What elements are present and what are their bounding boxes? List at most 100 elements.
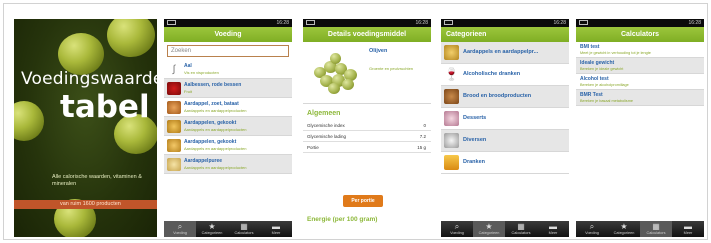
list-item-category: Aardappels en aardappelproducten	[184, 146, 247, 151]
star-icon: ★	[208, 222, 216, 231]
category-item[interactable]: Diversen	[441, 130, 569, 152]
eel-icon: ∫	[167, 63, 181, 76]
page-title: Voeding	[164, 27, 292, 42]
calculator-item[interactable]: Ideale gewicht Bereken je ideale gewicht	[576, 58, 704, 74]
drink-icon	[444, 155, 459, 170]
nutrient-value: 0	[423, 123, 426, 128]
product-name: Olijven	[369, 48, 388, 54]
nutrient-row: Glycemische index 0	[303, 120, 431, 131]
tab-calculators[interactable]: ▦ Calculators	[228, 221, 260, 237]
cover-subtitle: Alle calorische waarden, vitaminen & min…	[52, 174, 142, 187]
per-portion-button[interactable]: Per portie	[343, 195, 383, 207]
status-time: 16:28	[415, 20, 428, 26]
list-item[interactable]: Aardappelpuree Aardappels en aardappelpr…	[164, 155, 292, 174]
notification-icon	[579, 20, 588, 25]
calculator-icon: ▦	[517, 222, 525, 231]
tab-label: Voeding	[173, 231, 187, 235]
category-item[interactable]: 🍷 Alcoholische dranken	[441, 64, 569, 86]
category-title: Aardappels en aardappelpr...	[463, 49, 539, 55]
phone-categorieen: 16:28 Categorieen Aardappels en aardappe…	[441, 19, 569, 237]
tab-label: Calculators	[646, 231, 666, 235]
product-header: Olijven Groente en peulvruchten	[303, 42, 431, 104]
category-item[interactable]: Desserts	[441, 108, 569, 130]
list-item-category: Aardappels en aardappelproducten	[184, 127, 247, 132]
category-item[interactable]: Brood en broodproducten	[441, 86, 569, 108]
tab-label: Categorieen	[613, 231, 635, 235]
list-item[interactable]: Aardappelen, gekookt Aardappels en aarda…	[164, 136, 292, 155]
folder-icon: ▬	[549, 222, 557, 231]
nutrient-label: Glycemische index	[307, 123, 345, 128]
category-item[interactable]: Aardappels en aardappelpr...	[441, 42, 569, 64]
tab-label: Categorieen	[201, 231, 223, 235]
bowl-icon	[444, 133, 459, 148]
tab-calculators[interactable]: ▦ Calculators	[640, 221, 672, 237]
calculator-item[interactable]: BMR Test Bereken je basaal metabolisme	[576, 90, 704, 106]
olive-image	[14, 101, 44, 141]
tab-meer[interactable]: ▬ Meer	[260, 221, 292, 237]
tab-meer[interactable]: ▬ Meer	[672, 221, 704, 237]
list-item-title: Aalbessen, rode bessen	[184, 82, 242, 88]
tab-label: Categorieen	[478, 231, 500, 235]
cover-title-large: tabel	[60, 89, 150, 125]
search-icon: ⌕	[589, 222, 595, 231]
potato-icon	[167, 120, 181, 133]
category-item[interactable]: Dranken	[441, 152, 569, 174]
calculator-title: BMR Test	[580, 92, 603, 98]
cover-banner-text: van ruim 1600 producten	[60, 201, 121, 207]
berries-icon	[167, 82, 181, 95]
tab-categorieen[interactable]: ★ Categorieen	[608, 221, 640, 237]
star-icon: ★	[620, 222, 628, 231]
list-item[interactable]: ∫ Aal Vis en visproducten	[164, 60, 292, 79]
nutrient-label: Glycemische lading	[307, 134, 347, 139]
nutrient-row: Glycemische lading 7.2	[303, 131, 431, 142]
list-item[interactable]: Aalbessen, rode bessen Fruit	[164, 79, 292, 98]
tab-categorieen[interactable]: ★ Categorieen	[196, 221, 228, 237]
calculator-item[interactable]: BMI test Meet je gewicht in verhouding t…	[576, 42, 704, 58]
tab-calculators[interactable]: ▦ Calculators	[505, 221, 537, 237]
tab-label: Voeding	[585, 231, 599, 235]
page-title: Categorieen	[441, 27, 569, 42]
notification-icon	[306, 20, 315, 25]
cover-title: Voedingswaarde	[21, 69, 157, 89]
tab-label: Voeding	[450, 231, 464, 235]
tab-meer[interactable]: ▬ Meer	[537, 221, 569, 237]
list-item[interactable]: Aardappel, zoet, bataat Aardappels en aa…	[164, 98, 292, 117]
list-item-title: Aal	[184, 63, 192, 69]
page-title: Details voedingsmiddel	[303, 27, 431, 42]
calculator-description: Meet je gewicht in verhouding tot je len…	[580, 51, 651, 55]
status-bar: 16:28	[164, 19, 292, 27]
search-input[interactable]: Zoeken	[167, 45, 289, 57]
list-item-category: Fruit	[184, 89, 192, 94]
mashed-potato-icon	[167, 158, 181, 171]
search-icon: ⌕	[177, 222, 183, 231]
bread-icon	[444, 89, 459, 104]
list-item[interactable]: Aardappelen, gekookt Aardappels en aarda…	[164, 117, 292, 136]
bottom-tab-bar: ⌕ Voeding ★ Categorieen ▦ Calculators ▬ Meer	[441, 221, 569, 237]
wine-glass-icon: 🍷	[444, 67, 459, 82]
list-item-category: Vis en visproducten	[184, 70, 219, 75]
notification-icon	[444, 20, 453, 25]
tab-voeding[interactable]: ⌕ Voeding	[576, 221, 608, 237]
status-bar: 16:28	[441, 19, 569, 27]
tab-label: Meer	[683, 231, 693, 235]
phone-calculators: 16:28 Calculators BMI test Meet je gewic…	[576, 19, 704, 237]
phone-voeding: 16:28 Voeding Zoeken ∫ Aal Vis en vispro…	[164, 19, 292, 237]
status-bar: 16:28	[576, 19, 704, 27]
calculator-item[interactable]: Alcohol test Bereken je alcoholpromillag…	[576, 74, 704, 90]
status-time: 16:28	[553, 20, 566, 26]
list-item-title: Aardappelpuree	[184, 158, 223, 164]
potato-icon	[167, 139, 181, 152]
calculator-icon: ▦	[652, 222, 660, 231]
list-item-title: Aardappelen, gekookt	[184, 139, 237, 145]
tab-label: Calculators	[511, 231, 531, 235]
nutrient-label: Portie	[307, 145, 319, 150]
category-title: Brood en broodproducten	[463, 93, 532, 99]
section-heading: Algemeen	[307, 110, 341, 117]
page-title: Calculators	[576, 27, 704, 42]
energy-heading: Energie (per 100 gram)	[307, 216, 378, 223]
dessert-icon	[444, 111, 459, 126]
tab-categorieen[interactable]: ★ Categorieen	[473, 221, 505, 237]
category-title: Dranken	[463, 159, 486, 165]
tab-voeding[interactable]: ⌕ Voeding	[164, 221, 196, 237]
tab-voeding[interactable]: ⌕ Voeding	[441, 221, 473, 237]
